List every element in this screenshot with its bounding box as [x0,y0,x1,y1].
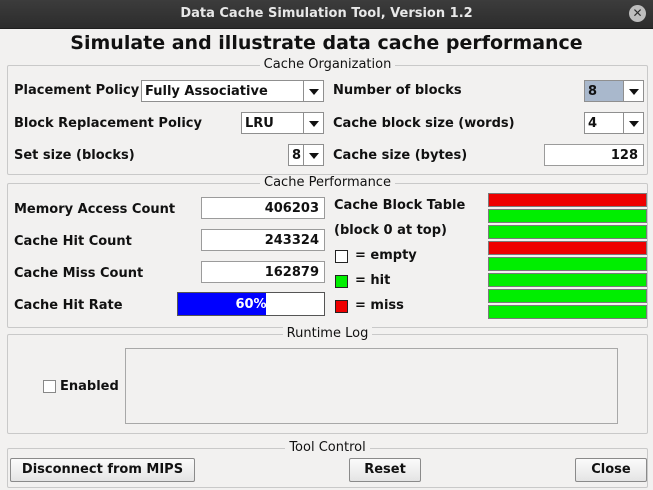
close-button[interactable]: Close [575,458,647,482]
cache-block-row [488,257,647,271]
block-size-select[interactable]: 4 [584,112,644,134]
runtime-log-textarea[interactable] [125,348,618,424]
cache-block-table-title: Cache Block Table [334,198,466,213]
cache-block-row [488,209,647,223]
cache-block-row [488,193,647,207]
hit-swatch-icon [335,275,348,288]
legend-empty-label: = empty [355,248,417,263]
replacement-policy-select[interactable]: LRU [241,112,324,134]
cache-block-row [488,273,647,287]
number-of-blocks-label: Number of blocks [333,83,462,98]
window-titlebar: Data Cache Simulation Tool, Version 1.2 … [0,0,653,29]
cache-block-table [488,193,647,321]
cache-organization-title: Cache Organization [259,57,396,72]
cache-hit-rate-bar: 60% [177,292,325,316]
cache-hit-rate-text: 60% [235,297,267,312]
runtime-log-title: Runtime Log [282,326,373,341]
tool-control-title: Tool Control [285,440,370,455]
replacement-policy-value: LRU [245,116,274,131]
cache-block-row [488,305,647,319]
placement-policy-label: Placement Policy [14,83,140,98]
empty-swatch-icon [335,250,348,263]
cache-block-table-subtitle: (block 0 at top) [334,223,447,238]
chevron-down-icon[interactable] [623,113,643,133]
replacement-policy-label: Block Replacement Policy [14,116,202,131]
cache-block-row [488,241,647,255]
log-enabled-checkbox[interactable] [43,380,56,393]
miss-swatch-icon [335,300,348,313]
chevron-down-icon[interactable] [623,81,643,101]
number-of-blocks-value: 8 [585,81,623,101]
set-size-label: Set size (blocks) [14,148,135,163]
cache-miss-count-field: 162879 [201,261,325,283]
set-size-select[interactable]: 8 [288,144,324,166]
block-size-label: Cache block size (words) [333,116,515,131]
page-title: Simulate and illustrate data cache perfo… [70,32,583,54]
set-size-value: 8 [292,148,302,163]
placement-policy-select[interactable]: Fully Associative [141,80,324,102]
memory-access-count-label: Memory Access Count [14,202,176,217]
chevron-down-icon[interactable] [303,145,323,165]
cache-size-label: Cache size (bytes) [333,148,468,163]
legend-hit-label: = hit [355,273,391,288]
legend-miss-label: = miss [355,298,404,313]
cache-block-row [488,225,647,239]
cache-miss-count-label: Cache Miss Count [14,266,144,281]
block-size-value: 4 [588,116,598,131]
reset-button[interactable]: Reset [349,458,421,482]
memory-access-count-field: 406203 [201,197,325,219]
window-title: Data Cache Simulation Tool, Version 1.2 [180,6,473,21]
cache-hit-count-field: 243324 [201,229,325,251]
window-close-button[interactable]: ✕ [629,5,646,22]
cache-hit-count-label: Cache Hit Count [14,234,132,249]
number-of-blocks-select[interactable]: 8 [584,80,644,102]
cache-size-field: 128 [544,144,644,166]
cache-block-row [488,289,647,303]
log-enabled-label[interactable]: Enabled [60,379,119,395]
cache-hit-rate-label: Cache Hit Rate [14,298,123,313]
cache-performance-title: Cache Performance [260,175,395,190]
placement-policy-value: Fully Associative [145,84,268,99]
disconnect-from-mips-button[interactable]: Disconnect from MIPS [10,458,195,482]
chevron-down-icon[interactable] [303,113,323,133]
chevron-down-icon[interactable] [303,81,323,101]
